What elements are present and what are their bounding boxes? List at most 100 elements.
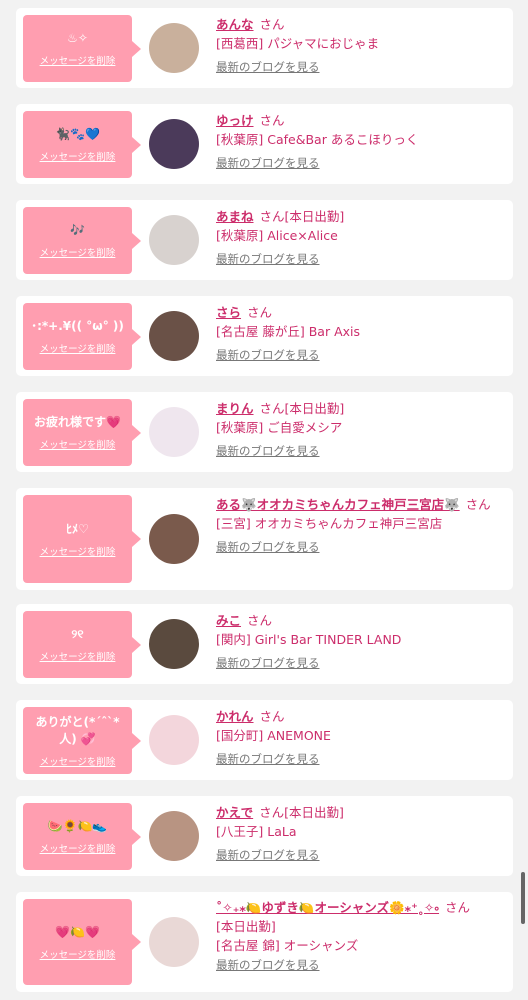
delete-message-link[interactable]: メッセージを削除 xyxy=(40,341,116,355)
message-bubble: ありがと(*´ˆ`*人) 💞 メッセージを削除 xyxy=(23,707,141,774)
area-text: [秋葉原] xyxy=(216,420,264,435)
cast-name-link[interactable]: ゆっけ xyxy=(216,113,254,128)
message-text: お疲れ様です💗 xyxy=(34,415,121,429)
cast-info: ˚✧₊⁎🍋ゆずき🍋オーシャンズ🌼⁎⁺˳✧༚ さん [本日出勤] [名古屋 錦] オ… xyxy=(216,898,505,975)
avatar[interactable] xyxy=(149,407,199,457)
latest-blog-link[interactable]: 最新のブログを見る xyxy=(216,154,320,173)
area-text: [秋葉原] xyxy=(216,132,264,147)
status-text: [本日出勤] xyxy=(284,209,345,224)
cast-name-link[interactable]: ˚✧₊⁎🍋ゆずき🍋オーシャンズ🌼⁎⁺˳✧༚ xyxy=(216,900,439,915)
cast-info: かれん さん [国分町] ANEMONE 最新のブログを見る xyxy=(216,707,505,769)
latest-blog-link[interactable]: 最新のブログを見る xyxy=(216,750,320,769)
status-text: [本日出勤] xyxy=(216,919,276,934)
delete-message-link[interactable]: メッセージを削除 xyxy=(40,544,116,558)
status-text: [本日出勤] xyxy=(284,805,344,820)
avatar[interactable] xyxy=(149,119,199,169)
honorific: さん xyxy=(259,805,285,820)
message-bubble: ୨୧ メッセージを削除 xyxy=(23,611,141,678)
delete-message-link[interactable]: メッセージを削除 xyxy=(40,53,116,67)
latest-blog-link[interactable]: 最新のブログを見る xyxy=(216,250,320,269)
list-item: ･:*+.¥(( °ω° )) メッセージを削除 さら さん [名古屋 藤が丘] … xyxy=(16,296,513,376)
latest-blog-link[interactable]: 最新のブログを見る xyxy=(216,346,320,365)
message-text: 🐈‍⬛🐾💙 xyxy=(55,127,100,141)
delete-message-link[interactable]: メッセージを削除 xyxy=(40,649,116,663)
cast-info: ゆっけ さん [秋葉原] Cafe&Bar あるこほりっく 最新のブログを見る xyxy=(216,111,505,173)
list-item: 🍉🌻🍋👟 メッセージを削除 かえで さん[本日出勤] [八王子] LaLa 最新の… xyxy=(16,796,513,876)
message-bubble: お疲れ様です💗 メッセージを削除 xyxy=(23,399,141,466)
area-text: [秋葉原] xyxy=(216,228,264,243)
cast-name-link[interactable]: かえで xyxy=(216,805,253,820)
shop-name: オーシャンズ xyxy=(283,938,359,953)
latest-blog-link[interactable]: 最新のブログを見る xyxy=(216,442,320,461)
delete-message-link[interactable]: メッセージを削除 xyxy=(40,437,116,451)
delete-message-link[interactable]: メッセージを削除 xyxy=(40,841,116,855)
honorific: さん xyxy=(247,613,273,628)
shop-name: LaLa xyxy=(267,824,297,839)
delete-message-link[interactable]: メッセージを削除 xyxy=(40,245,116,259)
list-item: ୨୧ メッセージを削除 みこ さん [関内] Girl's Bar TINDER … xyxy=(16,604,513,684)
message-text: ﾋﾒ♡ xyxy=(66,521,89,536)
message-bubble: ♨︎✧ メッセージを削除 xyxy=(23,15,141,82)
cast-info: まりん さん[本日出勤] [秋葉原] ご自愛メシア 最新のブログを見る xyxy=(216,399,505,461)
avatar[interactable] xyxy=(149,811,199,861)
area-text: [西葛西] xyxy=(216,36,264,51)
delete-message-link[interactable]: メッセージを削除 xyxy=(40,149,116,163)
status-text: [本日出勤] xyxy=(284,401,345,416)
scrollbar-thumb[interactable] xyxy=(521,872,525,924)
latest-blog-link[interactable]: 最新のブログを見る xyxy=(216,654,320,673)
shop-name: Bar Axis xyxy=(308,324,361,339)
delete-message-link[interactable]: メッセージを削除 xyxy=(40,947,116,961)
latest-blog-link[interactable]: 最新のブログを見る xyxy=(216,846,320,865)
area-text: [八王子] xyxy=(216,824,264,839)
cast-name-link[interactable]: あんな xyxy=(216,17,254,32)
list-item: ﾋﾒ♡ メッセージを削除 ある🐺オオカミちゃんカフェ神戸三宮店🐺 さん [三宮] … xyxy=(16,488,513,590)
avatar[interactable] xyxy=(149,23,199,73)
delete-message-link[interactable]: メッセージを削除 xyxy=(40,754,116,768)
avatar[interactable] xyxy=(149,215,199,265)
list-item: ♨︎✧ メッセージを削除 あんな さん [西葛西] パジャマにおじゃま 最新のブロ… xyxy=(16,8,513,88)
area-text: [国分町] xyxy=(216,728,264,743)
message-text: ୨୧ xyxy=(71,627,84,641)
avatar[interactable] xyxy=(149,619,199,669)
honorific: さん xyxy=(247,305,273,320)
message-bubble: 💗🍋💗 メッセージを削除 xyxy=(23,899,141,985)
honorific: さん xyxy=(259,401,285,416)
message-bubble: ﾋﾒ♡ メッセージを削除 xyxy=(23,495,141,583)
cast-info: かえで さん[本日出勤] [八王子] LaLa 最新のブログを見る xyxy=(216,803,505,865)
avatar[interactable] xyxy=(149,311,199,361)
honorific: さん xyxy=(259,709,285,724)
cast-name-link[interactable]: まりん xyxy=(216,401,254,416)
message-bubble: 🐈‍⬛🐾💙 メッセージを削除 xyxy=(23,111,141,178)
latest-blog-link[interactable]: 最新のブログを見る xyxy=(216,956,320,975)
avatar[interactable] xyxy=(149,715,199,765)
honorific: さん xyxy=(259,17,285,32)
message-bubble: 🎶 メッセージを削除 xyxy=(23,207,141,274)
area-text: [名古屋 藤が丘] xyxy=(216,324,305,339)
list-item: 🎶 メッセージを削除 あまね さん[本日出勤] [秋葉原] Alice×Alice… xyxy=(16,200,513,280)
message-text: ･:*+.¥(( °ω° )) xyxy=(31,319,124,333)
shop-name: オオカミちゃんカフェ神戸三宮店 xyxy=(254,516,443,531)
latest-blog-link[interactable]: 最新のブログを見る xyxy=(216,538,320,557)
cast-name-link[interactable]: かれん xyxy=(216,709,254,724)
cast-info: あまね さん[本日出勤] [秋葉原] Alice×Alice 最新のブログを見る xyxy=(216,207,505,269)
shop-name: Girl's Bar TINDER LAND xyxy=(254,632,402,647)
cast-name-link[interactable]: ある🐺オオカミちゃんカフェ神戸三宮店🐺 xyxy=(216,497,460,512)
message-text: ありがと(*´ˆ`*人) 💞 xyxy=(35,714,120,746)
shop-name: パジャマにおじゃま xyxy=(267,36,380,51)
list-item: 💗🍋💗 メッセージを削除 ˚✧₊⁎🍋ゆずき🍋オーシャンズ🌼⁎⁺˳✧༚ さん [本日… xyxy=(16,892,513,992)
honorific: さん xyxy=(259,209,285,224)
message-text: ♨︎✧ xyxy=(67,31,88,45)
list-item: お疲れ様です💗 メッセージを削除 まりん さん[本日出勤] [秋葉原] ご自愛メシ… xyxy=(16,392,513,472)
message-text: 💗🍋💗 xyxy=(55,924,100,939)
latest-blog-link[interactable]: 最新のブログを見る xyxy=(216,58,320,77)
avatar[interactable] xyxy=(149,514,199,564)
cast-name-link[interactable]: さら xyxy=(216,305,241,320)
message-text: 🎶 xyxy=(70,223,85,237)
shop-name: Alice×Alice xyxy=(267,228,338,243)
avatar[interactable] xyxy=(149,917,199,967)
cast-name-link[interactable]: あまね xyxy=(216,209,254,224)
cast-name-link[interactable]: みこ xyxy=(216,613,241,628)
cast-info: あんな さん [西葛西] パジャマにおじゃま 最新のブログを見る xyxy=(216,15,505,77)
message-bubble: ･:*+.¥(( °ω° )) メッセージを削除 xyxy=(23,303,141,370)
cast-info: さら さん [名古屋 藤が丘] Bar Axis 最新のブログを見る xyxy=(216,303,505,365)
